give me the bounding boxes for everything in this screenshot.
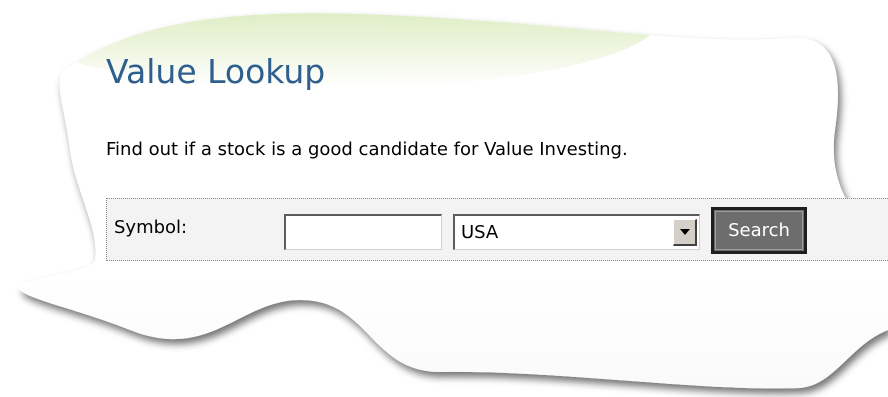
symbol-search-form: Symbol: USA Search (106, 198, 888, 261)
search-button[interactable]: Search (711, 207, 807, 254)
page-description: Find out if a stock is a good candidate … (106, 139, 628, 160)
country-select-value: USA (461, 222, 499, 243)
value-lookup-panel: Value Lookup Find out if a stock is a go… (0, 0, 888, 397)
country-select[interactable]: USA (453, 214, 700, 250)
page-title: Value Lookup (106, 52, 326, 91)
search-button-label: Search (715, 211, 803, 250)
country-dropdown-button[interactable] (673, 219, 697, 246)
symbol-label: Symbol: (114, 217, 188, 238)
chevron-down-icon (680, 229, 690, 235)
symbol-input[interactable] (284, 214, 442, 250)
